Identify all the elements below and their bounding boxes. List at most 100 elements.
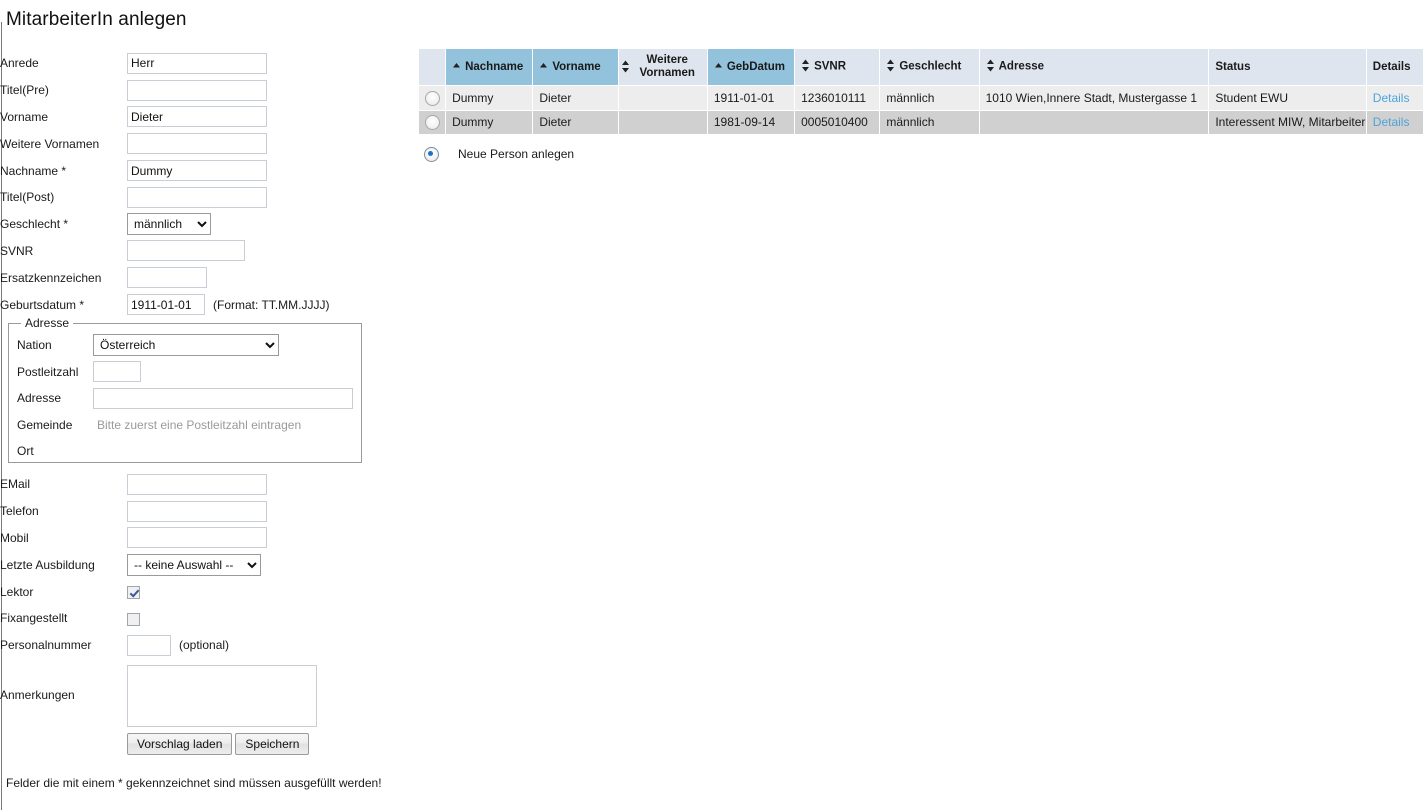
adresse-fieldset: Adresse Nation Österreich Postleitzahl A… [8, 316, 362, 465]
cell-weitere-vornamen [618, 86, 707, 110]
th-weitere-vornamen[interactable]: Weitere Vornamen [618, 49, 707, 86]
required-fields-footnote: Felder die mit einem * gekennzeichnet si… [6, 776, 382, 790]
new-person-option[interactable]: Neue Person anlegen [418, 144, 574, 164]
th-gebdatum-label: GebDatum [726, 60, 785, 73]
label-weitere-vornamen: Weitere Vornamen [0, 136, 100, 151]
label-mobil: Mobil [0, 530, 29, 545]
adresse-legend: Adresse [21, 316, 74, 330]
nachname-input[interactable] [127, 160, 267, 182]
th-geschlecht-label: Geschlecht [899, 60, 962, 73]
label-letzte-ausbildung: Letzte Ausbildung [0, 557, 95, 572]
adresse-row-ort: Ort [17, 438, 353, 465]
new-person-radio[interactable] [423, 146, 439, 162]
postleitzahl-input[interactable] [93, 361, 141, 383]
sort-both-icon [621, 60, 630, 73]
cell-adresse: 1010 Wien,Innere Stadt, Mustergasse 1 [979, 86, 1209, 110]
cell-details[interactable]: Details [1366, 86, 1423, 110]
anmerkungen-textarea[interactable] [127, 665, 317, 728]
anrede-input[interactable] [127, 52, 267, 74]
form-fields-table: Anrede Titel(Pre) Vorname Weitere Vornam… [0, 50, 329, 318]
form-fields-table-lower: EMail Telefon Mobil Letzte Ausbildung --… [0, 471, 317, 757]
cell-geschlecht: männlich [880, 86, 979, 110]
label-vorname: Vorname [0, 109, 49, 124]
th-geschlecht[interactable]: Geschlecht [880, 49, 979, 86]
cell-vorname: Dieter [533, 86, 618, 110]
adresse-row-adresse: Adresse [17, 385, 353, 412]
sort-asc-icon [714, 61, 723, 70]
th-details[interactable]: Details [1366, 49, 1423, 86]
form-row-anmerkungen: Anmerkungen [0, 659, 317, 731]
label-telefon: Telefon [0, 504, 39, 519]
th-vorname[interactable]: Vorname [533, 49, 618, 86]
cell-details[interactable]: Details [1366, 110, 1423, 135]
table-row[interactable]: Dummy Dieter 1911-01-01 1236010111 männl… [419, 86, 1423, 110]
weitere-vornamen-input[interactable] [127, 133, 267, 155]
lektor-checkbox[interactable] [127, 585, 140, 599]
details-link[interactable]: Details [1373, 91, 1410, 105]
svnr-input[interactable] [127, 240, 245, 262]
label-lektor: Lektor [0, 584, 34, 599]
titel-pre-input[interactable] [127, 79, 267, 101]
adresse-row-nation: Nation Österreich [17, 332, 353, 359]
employee-form: Anrede Titel(Pre) Vorname Weitere Vornam… [0, 50, 400, 318]
form-row-mobil: Mobil [0, 525, 317, 552]
label-geburtsdatum: Geburtsdatum * [0, 297, 85, 312]
details-link[interactable]: Details [1373, 115, 1410, 129]
mobil-input[interactable] [127, 527, 267, 549]
email-input[interactable] [127, 473, 267, 495]
telefon-input[interactable] [127, 500, 267, 522]
table-row[interactable]: Dummy Dieter 1981-09-14 0005010400 männl… [419, 110, 1423, 135]
speichern-button[interactable]: Speichern [235, 732, 310, 755]
th-svnr[interactable]: SVNR [795, 49, 880, 86]
form-row-fixangestellt: Fixangestellt [0, 605, 317, 632]
vorname-input[interactable] [127, 106, 267, 128]
label-fixangestellt: Fixangestellt [0, 611, 68, 626]
form-row-titel-pre: Titel(Pre) [0, 77, 329, 104]
form-row-geschlecht: Geschlecht * männlich [0, 211, 329, 238]
adresse-fields-table: Nation Österreich Postleitzahl Adresse G… [17, 332, 353, 465]
sort-asc-icon [539, 61, 548, 70]
row-select-cell[interactable] [419, 110, 446, 135]
form-row-nachname: Nachname * [0, 157, 329, 184]
th-status[interactable]: Status [1209, 49, 1366, 86]
letzte-ausbildung-select[interactable]: -- keine Auswahl -- [127, 553, 261, 576]
th-nachname[interactable]: Nachname [446, 49, 533, 86]
label-anrede: Anrede [0, 56, 39, 71]
sort-asc-icon [452, 61, 461, 70]
cell-status: Interessent MIW, Mitarbeiter [1209, 110, 1366, 135]
cell-adresse [979, 110, 1209, 135]
person-table: Nachname Vorname Weitere Vornamen GebDat… [418, 48, 1424, 135]
label-nachname: Nachname * [0, 163, 67, 178]
label-adresse: Adresse [17, 391, 62, 406]
th-adresse[interactable]: Adresse [979, 49, 1209, 86]
fixangestellt-checkbox[interactable] [127, 612, 140, 626]
titel-post-input[interactable] [127, 186, 267, 208]
ersatzkennzeichen-input[interactable] [127, 267, 207, 289]
personalnummer-input[interactable] [127, 634, 171, 656]
cell-gebdatum: 1911-01-01 [707, 86, 795, 110]
vorschlag-laden-button[interactable]: Vorschlag laden [127, 732, 233, 755]
row-select-cell[interactable] [419, 86, 446, 110]
cell-weitere-vornamen [618, 110, 707, 135]
adresse-input[interactable] [93, 387, 353, 409]
form-row-ersatzkennzeichen: Ersatzkennzeichen [0, 264, 329, 291]
form-row-lektor: Lektor [0, 578, 317, 605]
sort-both-icon [801, 59, 810, 72]
table-header-row: Nachname Vorname Weitere Vornamen GebDat… [419, 49, 1423, 86]
personalnummer-optional-hint: (optional) [179, 638, 230, 653]
nation-select[interactable]: Österreich [93, 334, 279, 357]
row-radio[interactable] [425, 115, 440, 131]
label-titel-post: Titel(Post) [0, 190, 55, 205]
th-gebdatum[interactable]: GebDatum [707, 49, 795, 86]
geschlecht-select[interactable]: männlich [127, 213, 211, 236]
row-radio[interactable] [425, 90, 440, 106]
label-postleitzahl: Postleitzahl [17, 364, 79, 379]
adresse-row-postleitzahl: Postleitzahl [17, 359, 353, 386]
th-nachname-label: Nachname [465, 60, 524, 73]
geburtsdatum-input[interactable] [127, 294, 205, 316]
form-row-telefon: Telefon [0, 498, 317, 525]
th-weitere-vornamen-label: Weitere Vornamen [639, 54, 695, 80]
th-vorname-label: Vorname [552, 60, 601, 73]
cell-svnr: 0005010400 [795, 110, 880, 135]
form-row-svnr: SVNR [0, 238, 329, 265]
